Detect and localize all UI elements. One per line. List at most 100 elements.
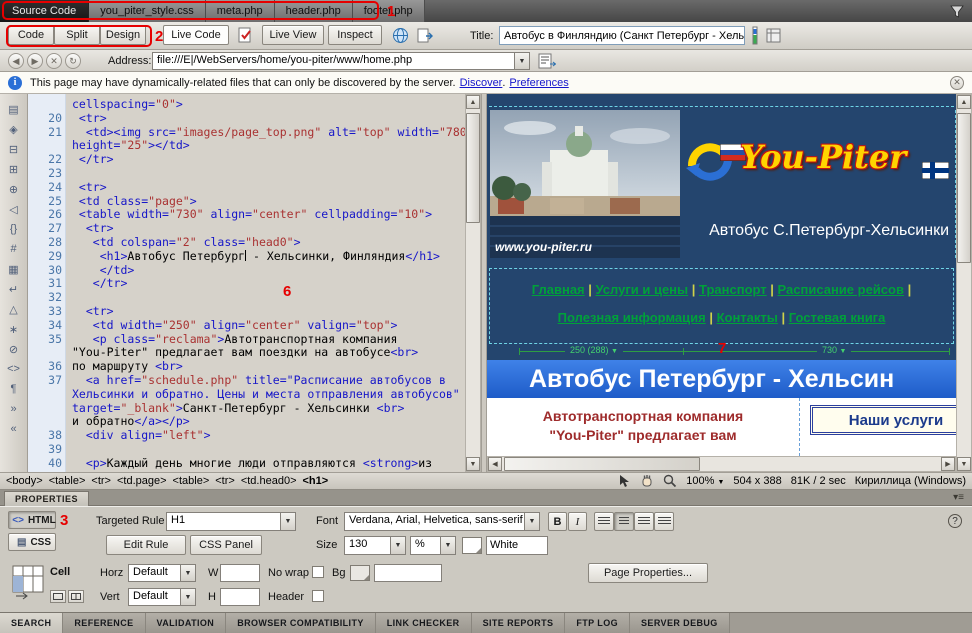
- file-tab[interactable]: you_piter_style.css: [89, 0, 206, 22]
- code-line[interactable]: 31 </tr>: [28, 277, 465, 291]
- address-dropdown-arrow-icon[interactable]: ▼: [514, 53, 529, 69]
- tag-selector-item[interactable]: <tr>: [215, 475, 235, 487]
- preview-in-browser-icon[interactable]: [392, 27, 409, 44]
- design-hscroll-thumb[interactable]: [504, 457, 700, 471]
- tag-selector-item[interactable]: <table>: [49, 475, 86, 487]
- code-line[interactable]: 24 <tr>: [28, 181, 465, 195]
- code-line[interactable]: 26 <table width="730" align="center" cel…: [28, 208, 465, 222]
- code-line[interactable]: 35 <p class="reclama">Автотранспортная к…: [28, 333, 465, 347]
- code-line[interactable]: 40 <p>Каждый день многие люди отправляют…: [28, 457, 465, 471]
- code-line[interactable]: 21 <td><img src="images/page_top.png" al…: [28, 126, 465, 140]
- validate-markup-icon[interactable]: [766, 28, 781, 43]
- nav-link[interactable]: Главная: [532, 282, 585, 297]
- file-tab[interactable]: meta.php: [206, 0, 275, 22]
- inspect-button[interactable]: Inspect: [328, 25, 382, 45]
- nav-link[interactable]: Услуги и цены: [596, 282, 689, 297]
- stop-icon[interactable]: ✕: [46, 53, 62, 69]
- zoom-level[interactable]: 100% ▼: [686, 475, 724, 487]
- remove-comment-icon[interactable]: ⊘: [3, 340, 25, 358]
- collapse-full-tag-icon[interactable]: ⊟: [3, 140, 25, 158]
- results-tab-browser-compatibility[interactable]: BROWSER COMPATIBILITY: [226, 613, 376, 633]
- results-tab-site-reports[interactable]: SITE REPORTS: [472, 613, 566, 633]
- scroll-up-icon[interactable]: ▲: [466, 95, 480, 109]
- code-line[interactable]: 32: [28, 291, 465, 305]
- word-wrap-icon[interactable]: ↵: [3, 280, 25, 298]
- code-line[interactable]: target="_blank">Санкт-Петербург - Хельси…: [28, 402, 465, 416]
- split-cell-icon[interactable]: [68, 590, 84, 603]
- show-code-navigator-icon[interactable]: ◈: [3, 120, 25, 138]
- code-line[interactable]: 37 <a href="schedule.php" title="Расписа…: [28, 374, 465, 388]
- design-view[interactable]: You-Piter Автобус С.Петербург-Хельсинки …: [487, 94, 956, 472]
- code-line[interactable]: 27 <tr>: [28, 222, 465, 236]
- code-line[interactable]: height="25"></td>: [28, 139, 465, 153]
- size-select[interactable]: 130▼: [344, 536, 406, 555]
- nav-link[interactable]: Транспорт: [699, 282, 767, 297]
- code-line[interactable]: 23: [28, 167, 465, 181]
- align-left-icon[interactable]: [594, 512, 614, 531]
- html-mode-button[interactable]: <>HTML: [8, 511, 56, 529]
- nav-link[interactable]: Расписание рейсов: [778, 282, 904, 297]
- tag-selector-item[interactable]: <body>: [6, 475, 43, 487]
- code-line[interactable]: 38 <div align="left">: [28, 429, 465, 443]
- close-infobar-icon[interactable]: ✕: [950, 76, 964, 90]
- preferences-link[interactable]: Preferences: [509, 77, 568, 89]
- align-justify-icon[interactable]: [654, 512, 674, 531]
- line-numbers-icon[interactable]: #: [3, 240, 25, 258]
- tag-selector-item[interactable]: <h1>: [303, 475, 329, 487]
- check-browser-compatibility-icon[interactable]: [237, 27, 254, 44]
- code-line[interactable]: cellspacing="0">: [28, 98, 465, 112]
- text-color-swatch[interactable]: [462, 537, 482, 554]
- indent-code-icon[interactable]: »: [3, 400, 25, 418]
- tag-selector-item[interactable]: <tr>: [91, 475, 111, 487]
- code-line[interactable]: 34 <td width="250" align="center" valign…: [28, 319, 465, 333]
- file-management-icon[interactable]: [416, 27, 433, 44]
- cell-height-input[interactable]: [220, 588, 260, 606]
- help-icon[interactable]: ?: [948, 514, 962, 528]
- address-combo[interactable]: file:///E|/WebServers/home/you-piter/www…: [152, 52, 530, 70]
- window-size[interactable]: 504 x 388: [733, 475, 781, 487]
- highlight-invalid-code-icon[interactable]: ▦: [3, 260, 25, 278]
- recent-snippets-icon[interactable]: ¶: [3, 380, 25, 398]
- scroll-down-icon[interactable]: ▼: [957, 457, 971, 471]
- scroll-left-icon[interactable]: ◀: [488, 457, 502, 471]
- wrap-tag-icon[interactable]: <>: [3, 360, 25, 378]
- code-line[interactable]: "You-Piter" предлагает вам поездки на ав…: [28, 346, 465, 360]
- code-view[interactable]: cellspacing="0">20 <tr>21 <td><img src="…: [28, 94, 465, 472]
- view-button-design[interactable]: Design: [100, 25, 146, 45]
- code-line[interactable]: 20 <tr>: [28, 112, 465, 126]
- code-line[interactable]: 33 <tr>: [28, 305, 465, 319]
- text-color-input[interactable]: White: [486, 536, 548, 555]
- table-width-menu[interactable]: 730 ▼: [817, 345, 851, 355]
- back-icon[interactable]: ◀: [8, 53, 24, 69]
- nav-link[interactable]: Гостевая книга: [789, 310, 886, 325]
- targeted-rule-select[interactable]: H1▼: [166, 512, 296, 531]
- results-tab-ftp-log[interactable]: FTP LOG: [565, 613, 630, 633]
- code-scroll-thumb[interactable]: [466, 113, 480, 223]
- design-horizontal-scrollbar[interactable]: ◀ ▶: [487, 456, 956, 472]
- apply-comment-icon[interactable]: ∗: [3, 320, 25, 338]
- panel-menu-icon[interactable]: ▾≡: [953, 492, 964, 503]
- outdent-code-icon[interactable]: «: [3, 420, 25, 438]
- scroll-down-icon[interactable]: ▼: [466, 457, 480, 471]
- align-right-icon[interactable]: [634, 512, 654, 531]
- live-view-button[interactable]: Live View: [262, 25, 324, 45]
- discover-link[interactable]: Discover: [460, 77, 503, 89]
- title-input[interactable]: Автобус в Финляндию (Санкт Петербург - Х…: [499, 26, 745, 45]
- scroll-up-icon[interactable]: ▲: [957, 95, 971, 109]
- scroll-right-icon[interactable]: ▶: [941, 457, 955, 471]
- results-tab-link-checker[interactable]: LINK CHECKER: [376, 613, 472, 633]
- no-wrap-checkbox[interactable]: [312, 566, 324, 578]
- results-tab-reference[interactable]: REFERENCE: [63, 613, 145, 633]
- page-properties-button[interactable]: Page Properties...: [588, 563, 708, 583]
- code-line[interactable]: 36по маршруту <br>: [28, 360, 465, 374]
- design-vertical-scrollbar[interactable]: ▲ ▼: [956, 94, 972, 472]
- properties-tab[interactable]: PROPERTIES: [4, 491, 89, 506]
- results-tab-validation[interactable]: VALIDATION: [146, 613, 227, 633]
- nav-link[interactable]: Полезная информация: [558, 310, 706, 325]
- zoom-tool-icon[interactable]: [663, 474, 677, 488]
- code-vertical-scrollbar[interactable]: ▲ ▼: [465, 94, 481, 472]
- bold-button[interactable]: B: [548, 512, 567, 531]
- tag-selector-item[interactable]: <table>: [173, 475, 210, 487]
- header-checkbox[interactable]: [312, 590, 324, 602]
- forward-icon[interactable]: ▶: [27, 53, 43, 69]
